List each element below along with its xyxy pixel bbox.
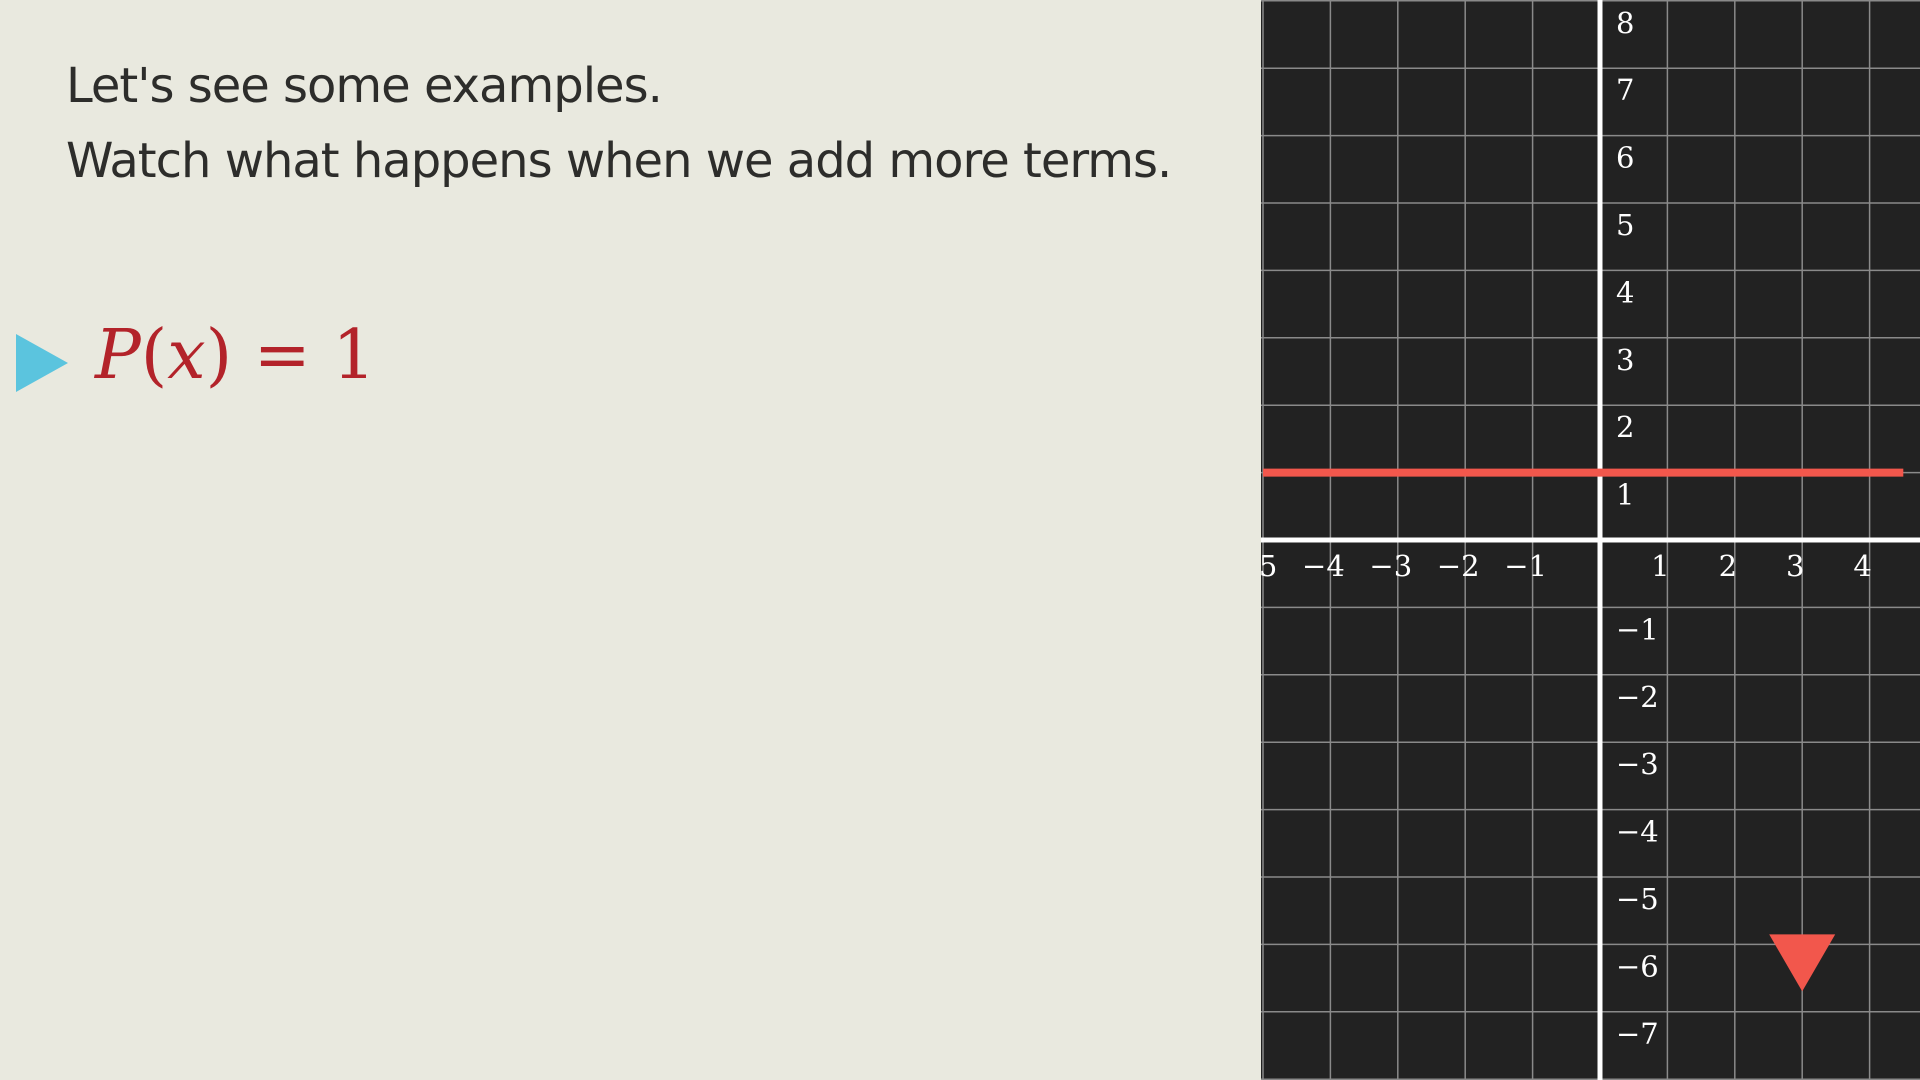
equation-rhs: = 1 <box>232 316 376 395</box>
x-tick-label: −1 <box>1504 549 1547 583</box>
y-tick-label: 8 <box>1616 6 1634 40</box>
x-tick-label: −4 <box>1302 549 1345 583</box>
x-tick-label: 4 <box>1853 549 1871 583</box>
x-tick-label: 1 <box>1651 549 1669 583</box>
y-tick-label: 2 <box>1616 410 1634 444</box>
y-tick-label: −4 <box>1616 815 1659 849</box>
y-tick-label: −5 <box>1616 882 1659 916</box>
y-tick-label: −7 <box>1616 1017 1659 1051</box>
y-tick-label: 6 <box>1616 141 1634 175</box>
equation-close-paren: ) <box>205 316 233 395</box>
x-tick-label: −2 <box>1437 549 1480 583</box>
x-tick-label: −5 <box>1261 549 1277 583</box>
y-tick-label: 1 <box>1616 478 1634 512</box>
y-tick-label: −2 <box>1616 680 1659 714</box>
equation-function-name: P <box>95 316 141 395</box>
y-tick-label: 4 <box>1616 275 1634 309</box>
coordinate-plane: −5 −4 −3 −2 −1 1 2 3 4 8 7 6 5 4 3 2 1 −1 −2 −3 −4 −5 −6 −7 <box>1261 0 1920 1080</box>
play-triangle-shape <box>16 334 68 392</box>
x-tick-label: −3 <box>1369 549 1412 583</box>
equation-variable: x <box>167 316 206 395</box>
x-tick-label: 2 <box>1719 549 1737 583</box>
y-tick-label: 7 <box>1616 73 1634 107</box>
y-tick-label: −3 <box>1616 747 1659 781</box>
y-tick-label: 5 <box>1616 208 1634 242</box>
y-tick-label: 3 <box>1616 343 1634 377</box>
down-triangle-icon <box>1769 934 1836 992</box>
x-tick-label: 3 <box>1786 549 1804 583</box>
y-tick-label: −1 <box>1616 612 1659 646</box>
play-triangle-icon <box>16 334 68 392</box>
y-tick-label: −6 <box>1616 949 1659 983</box>
polynomial-equation: P(x) = 1 <box>95 316 376 395</box>
graph-panel: −5 −4 −3 −2 −1 1 2 3 4 8 7 6 5 4 3 2 1 −1 −2 −3 −4 −5 −6 −7 <box>1261 0 1920 1080</box>
instruction-line: Watch what happens when we add more term… <box>66 133 1172 189</box>
equation-open-paren: ( <box>140 316 168 395</box>
intro-line: Let's see some examples. <box>66 58 663 114</box>
